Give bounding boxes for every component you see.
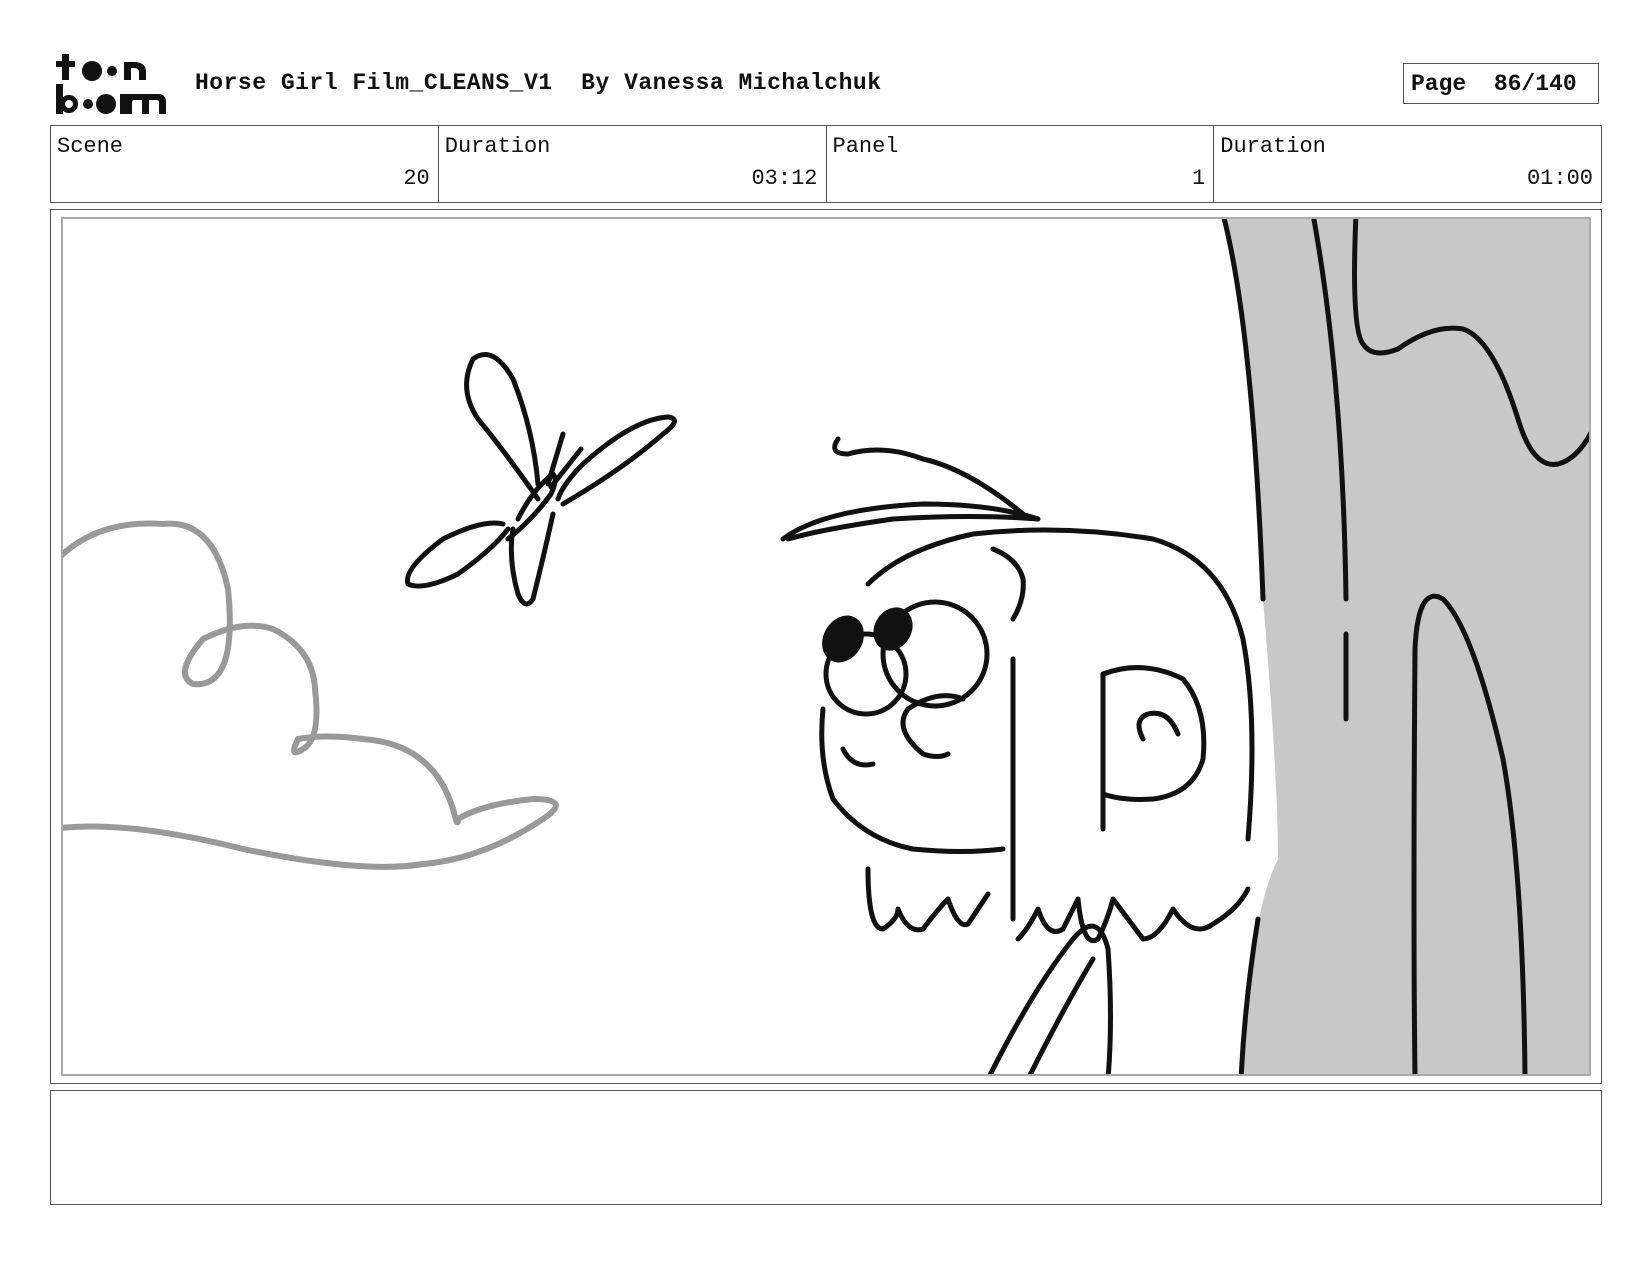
scene-duration-cell: Duration 03:12 [439, 126, 827, 202]
scene-label: Scene [57, 134, 124, 159]
character-ear-inner [1136, 710, 1181, 742]
character-arm [987, 923, 1113, 1074]
panel-duration-value: 01:00 [1526, 166, 1593, 191]
document-title: Horse Girl Film_CLEANS_V1 By Vanessa Mic… [195, 70, 882, 96]
panel-info-row: Scene 20 Duration 03:12 Panel 1 Duration… [50, 125, 1602, 203]
page-label: Page [1411, 70, 1467, 97]
character-brow-arc [990, 546, 1026, 622]
panel-duration-label: Duration [1220, 134, 1326, 159]
storyboard-panel-image [61, 217, 1591, 1076]
butterfly-wing-lower-left [404, 520, 511, 589]
butterfly-wing-lower-right [508, 511, 556, 607]
page-number: 86/140 [1493, 70, 1577, 97]
scene-duration-label: Duration [444, 134, 551, 159]
cloud [63, 520, 559, 870]
character-bangs-left [865, 866, 991, 933]
panel-duration-cell: Duration 01:00 [1214, 126, 1601, 202]
character-pupil-left [822, 615, 864, 663]
panel-value: 1 [1192, 166, 1206, 191]
butterfly-wing-upper-right [555, 414, 677, 507]
scene-duration-value: 03:12 [751, 166, 818, 191]
butterfly-wing-upper-left [464, 352, 541, 502]
page-indicator: Page 86/140 [1403, 63, 1599, 104]
character-head-top [865, 527, 1255, 842]
character-arm-2 [1027, 956, 1096, 1074]
scene-cell: Scene 20 [51, 126, 439, 202]
character-ear [1100, 665, 1207, 802]
tree-trunk [1224, 219, 1589, 1074]
character-head-left [819, 706, 1006, 854]
character-bangs-right [1015, 886, 1251, 944]
panel-cell: Panel 1 [827, 126, 1215, 202]
panel-sketch [63, 219, 1589, 1074]
panel-notes-box [50, 1090, 1602, 1205]
scene-value: 20 [403, 166, 430, 191]
toon-boom-logo [54, 52, 172, 116]
panel-label: Panel [832, 134, 899, 159]
character-mouth [840, 746, 876, 768]
